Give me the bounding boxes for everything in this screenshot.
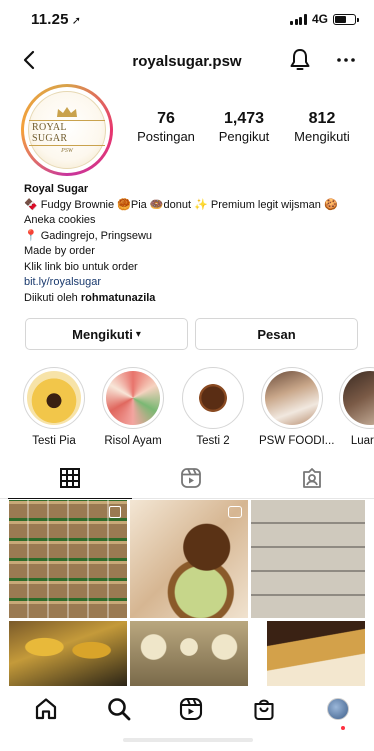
stat-following[interactable]: 812 Mengikuti	[290, 110, 354, 144]
post-thumbnail[interactable]	[130, 621, 248, 686]
post-thumbnail[interactable]	[9, 621, 127, 686]
battery-icon	[333, 13, 359, 25]
profile-nav: royalsugar.psw	[0, 44, 374, 78]
highlight-luar-kota[interactable]: Luar ko	[337, 367, 374, 447]
highlight-risol-ayam[interactable]: Risol Ayam	[100, 367, 166, 447]
highlight-label: Testi Pia	[32, 435, 76, 447]
post-thumbnail[interactable]	[251, 500, 365, 618]
chevron-down-icon: ▾	[135, 328, 141, 340]
bio-followed-by[interactable]: Diikuti oleh rohmatunazila	[24, 291, 364, 307]
post-thumbnail[interactable]	[9, 500, 127, 618]
highlight-label: Risol Ayam	[104, 435, 162, 447]
stat-posts: 76 Postingan	[136, 110, 196, 144]
bio-line-cta: Klik link bio untuk order	[24, 260, 138, 273]
tab-posts[interactable]	[8, 467, 132, 499]
stat-posts-count: 76	[157, 110, 175, 127]
avatar[interactable]: ROYAL SUGAR PSW	[21, 84, 113, 176]
posts-grid	[9, 500, 365, 686]
post-thumbnail[interactable]	[130, 500, 248, 618]
profile-bio: Royal Sugar 🍫 Fudgy Brownie 🥮Pia 🍩donut …	[24, 182, 364, 306]
avatar	[327, 698, 349, 720]
tagged-icon	[303, 468, 321, 488]
status-time: 11.25 ➚	[31, 11, 82, 28]
stat-following-label: Mengikuti	[294, 129, 350, 144]
highlight-label: PSW FOODI...	[259, 435, 335, 447]
network-label: 4G	[311, 12, 328, 26]
reels-icon	[181, 468, 201, 488]
logo-subtext: PSW	[61, 148, 73, 154]
bottom-tab-bar	[0, 686, 374, 751]
profile-actions: Mengikuti ▾ Pesan	[25, 318, 358, 350]
post-thumbnail[interactable]	[267, 621, 365, 686]
shop-icon[interactable]	[251, 696, 277, 722]
signal-icon	[290, 13, 307, 25]
stat-followers-label: Pengikut	[218, 129, 270, 144]
logo-image: ROYAL SUGAR PSW	[28, 91, 106, 169]
stat-posts-label: Postingan	[137, 129, 195, 144]
story-highlights: Testi Pia Risol Ayam Testi 2 PSW FOODI..…	[0, 367, 374, 447]
bio-name: Royal Sugar	[24, 183, 89, 195]
reels-icon[interactable]	[178, 696, 204, 722]
profile-tab[interactable]	[327, 698, 349, 720]
profile-header: ROYAL SUGAR PSW 76 Postingan 1,473 Pengi…	[0, 84, 374, 176]
tab-reels[interactable]	[129, 467, 253, 499]
highlight-testi-2[interactable]: Testi 2	[180, 367, 246, 447]
search-icon[interactable]	[106, 696, 132, 722]
bio-link[interactable]: bit.ly/royalsugar	[24, 275, 364, 291]
notification-dot	[341, 726, 345, 730]
stat-followers-count: 1,473	[223, 110, 265, 127]
home-indicator	[123, 738, 253, 742]
stat-followers[interactable]: 1,473 Pengikut	[212, 110, 276, 144]
location-arrow-icon: ➚	[71, 15, 82, 27]
profile-tabs	[0, 463, 374, 499]
status-bar: 11.25 ➚ 4G	[0, 0, 374, 38]
following-button[interactable]: Mengikuti ▾	[25, 318, 188, 350]
home-icon[interactable]	[33, 696, 59, 722]
highlight-testi-pia[interactable]: Testi Pia	[21, 367, 87, 447]
bio-line-order: Made by order	[24, 245, 95, 257]
crown-icon	[57, 107, 77, 117]
highlight-label: Testi 2	[196, 435, 230, 447]
grid-icon	[60, 468, 80, 488]
message-button[interactable]: Pesan	[195, 318, 358, 350]
logo-text: ROYAL SUGAR	[29, 120, 105, 146]
tab-tagged[interactable]	[250, 467, 374, 499]
highlight-psw-foodi[interactable]: PSW FOODI...	[259, 367, 335, 447]
multi-post-icon	[109, 506, 121, 518]
bio-line-products: 🍫 Fudgy Brownie 🥮Pia 🍩donut ✨ Premium le…	[24, 198, 338, 227]
more-icon[interactable]	[334, 48, 358, 72]
stat-following-count: 812	[308, 110, 336, 127]
status-right: 4G	[290, 12, 359, 26]
reel-icon	[228, 506, 242, 518]
bell-icon[interactable]	[288, 47, 312, 73]
bio-line-location: 📍 Gadingrejo, Pringsewu	[24, 229, 153, 242]
profile-username: royalsugar.psw	[132, 53, 242, 70]
highlight-label: Luar ko	[350, 435, 374, 447]
